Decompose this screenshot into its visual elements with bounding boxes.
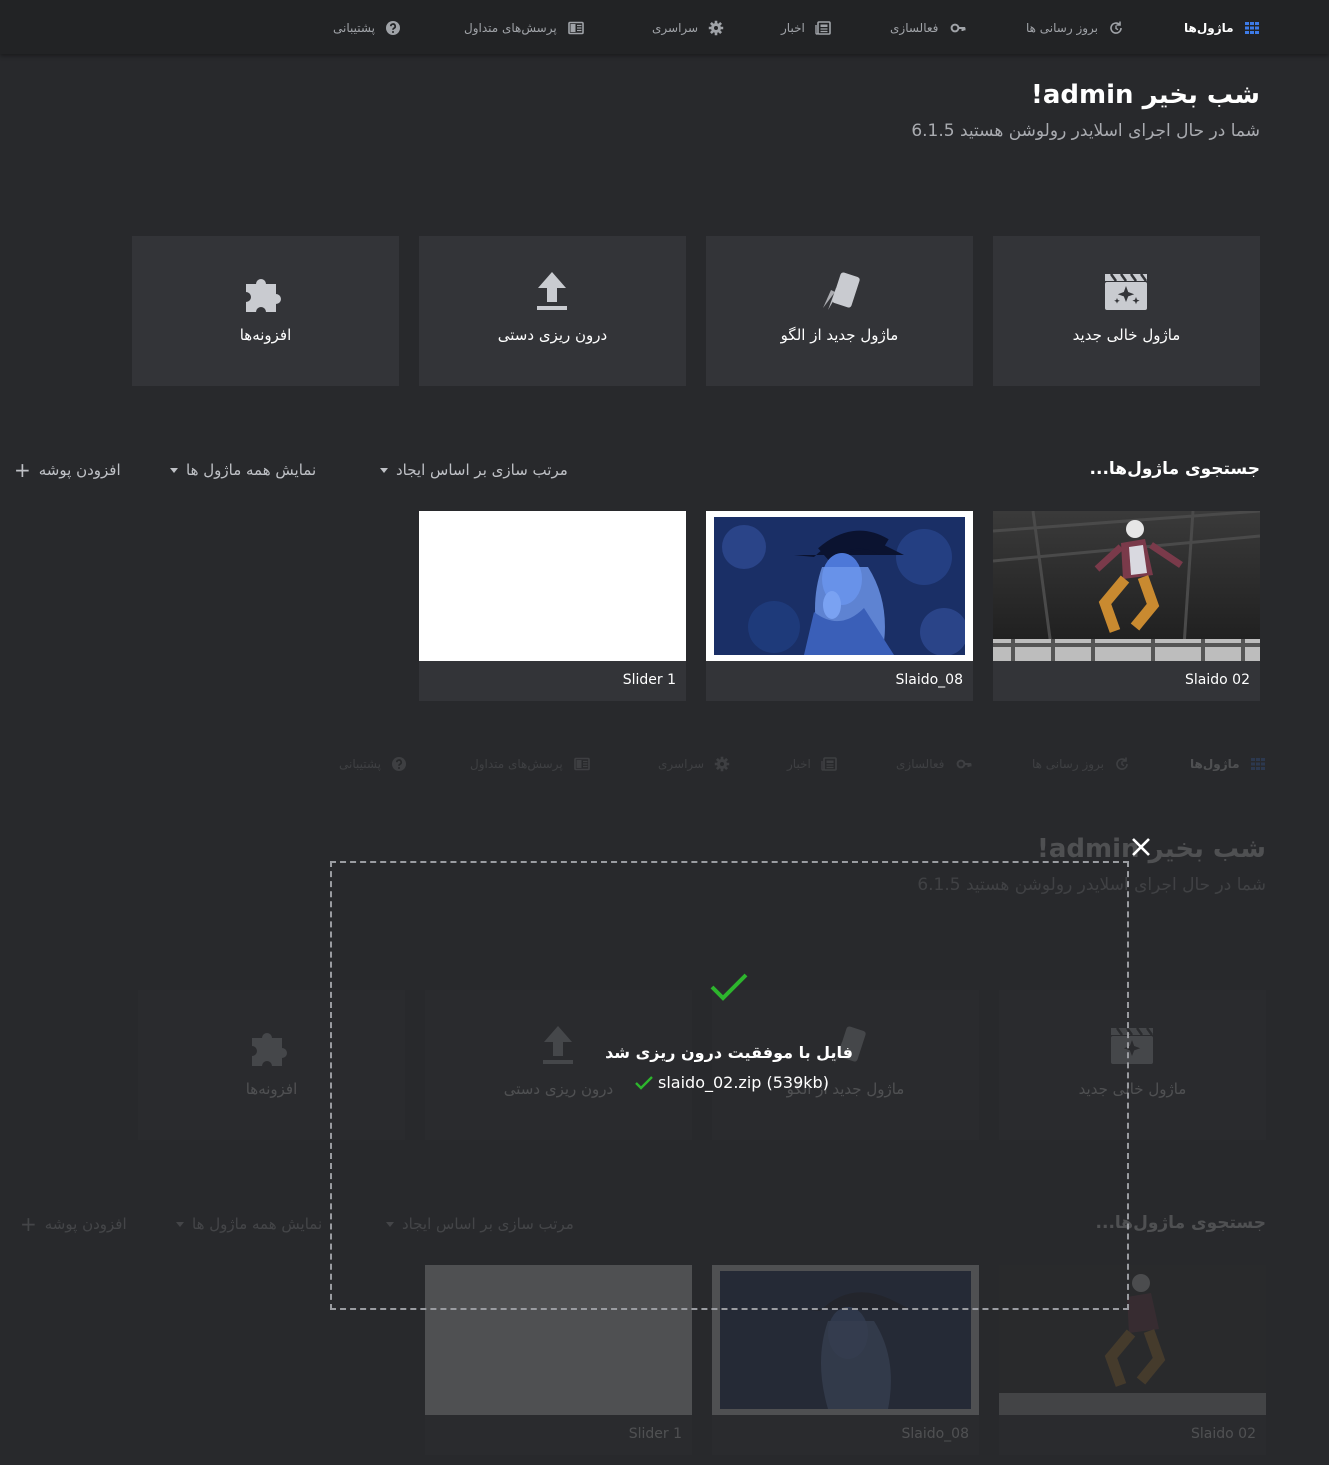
jumping-person-photo <box>993 511 1260 661</box>
key-icon <box>950 23 967 33</box>
slider-card[interactable]: Slaido_08 <box>706 511 973 701</box>
gear-icon <box>708 20 725 36</box>
slider-thumbnail <box>993 511 1260 661</box>
addons-tile[interactable]: افزونه‌ها <box>132 236 399 386</box>
nav-label-faq: پرسش‌های متداول <box>464 21 557 35</box>
chevron-down-icon <box>170 467 178 473</box>
slider-title: Slider 1 <box>622 672 676 688</box>
manual-import-tile[interactable]: درون ریزی دستی <box>419 236 686 386</box>
blue-tinted-woman-hat-photo <box>714 517 965 655</box>
dashboard-main: ماژول‌ها بروز رسانی ها فعالسازی اخبار سر… <box>0 0 1329 730</box>
sort-label: مرتب سازی بر اساس ایجاد <box>396 461 568 479</box>
chevron-down-icon <box>380 467 388 473</box>
new-from-template-tile[interactable]: ماژول جدید از الگو <box>706 236 973 386</box>
nav-sliders[interactable]: ماژول‌ها <box>1184 18 1260 38</box>
upload-icon <box>537 272 567 310</box>
nav-label-news: اخبار <box>781 21 805 35</box>
newspaper-icon <box>815 21 831 35</box>
nav-label-sliders: ماژول‌ها <box>1184 21 1234 35</box>
search-sliders-input[interactable]: جستجوی ماژول‌ها... <box>1090 459 1260 479</box>
imported-file-name: slaido_02.zip (539kb) <box>658 1073 829 1092</box>
slider-thumbnail <box>419 511 686 661</box>
slider-title: Slaido_08 <box>895 672 963 688</box>
import-success-message: فایل با موفقیت درون ریزی شد <box>605 1043 853 1062</box>
nav-label-updates: بروز رسانی ها <box>1026 21 1099 35</box>
nav-globals[interactable]: سراسری <box>652 18 725 38</box>
nav-news[interactable]: اخبار <box>781 18 831 38</box>
nav-activation[interactable]: فعالسازی <box>890 18 968 38</box>
check-icon <box>635 1075 653 1090</box>
nav-faq[interactable]: پرسش‌های متداول <box>464 18 585 38</box>
template-cards-icon <box>823 272 860 310</box>
nav-updates[interactable]: بروز رسانی ها <box>1026 18 1124 38</box>
greeting-title: شب بخیر admin! <box>1030 80 1260 110</box>
help-icon <box>385 20 401 36</box>
plus-icon: + <box>14 458 31 482</box>
refresh-icon <box>1110 20 1122 34</box>
slider-card[interactable]: Slider 1 <box>419 511 686 701</box>
new-blank-slider-tile[interactable]: ماژول خالی جدید <box>993 236 1260 386</box>
slider-title: Slaido 02 <box>1185 672 1250 688</box>
slider-thumbnail <box>706 511 973 661</box>
add-folder-label: افزودن پوشه <box>38 461 121 479</box>
puzzle-icon <box>246 279 281 312</box>
tile-label-addons: افزونه‌ها <box>239 326 292 344</box>
filter-label: نمایش همه ماژول ها <box>186 461 317 479</box>
faq-book-icon <box>567 21 584 35</box>
grid-icon <box>1244 22 1259 34</box>
close-icon[interactable] <box>1128 834 1154 860</box>
top-navigation: ماژول‌ها بروز رسانی ها فعالسازی اخبار سر… <box>0 0 1329 54</box>
version-subtitle: شما در حال اجرای اسلایدر رولوشن هستید 6.… <box>911 121 1260 141</box>
nav-support[interactable]: پشتیبانی <box>333 18 401 38</box>
filter-dropdown[interactable]: نمایش همه ماژول ها <box>170 461 316 479</box>
nav-label-globals: سراسری <box>652 21 699 35</box>
tile-label-import: درون ریزی دستی <box>497 326 608 344</box>
dashboard-import-state: ماژول‌ها بروز رسانی ها فعالسازی اخبار سر… <box>0 730 1329 1465</box>
sort-dropdown[interactable]: مرتب سازی بر اساس ایجاد <box>380 461 568 479</box>
tile-label-new-blank: ماژول خالی جدید <box>1072 326 1181 344</box>
clapperboard-sparkle-icon <box>1105 273 1148 310</box>
tile-label-template: ماژول جدید از الگو <box>780 326 899 344</box>
success-check-icon <box>710 973 748 1001</box>
slider-card[interactable]: Slaido 02 <box>993 511 1260 701</box>
nav-label-support: پشتیبانی <box>333 21 375 35</box>
imported-file-line: slaido_02.zip (539kb) <box>634 1073 829 1092</box>
nav-label-activation: فعالسازی <box>890 21 939 35</box>
add-folder-button[interactable]: افزودن پوشه + <box>14 458 121 482</box>
